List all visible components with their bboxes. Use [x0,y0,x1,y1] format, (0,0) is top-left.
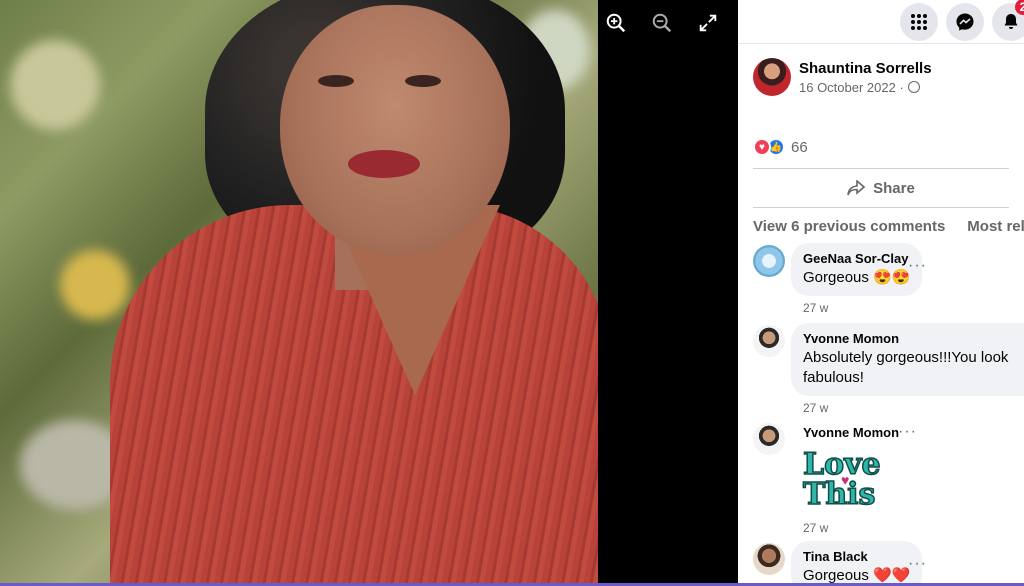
reaction-count: 66 [791,138,808,156]
comment: Yvonne Momon Love This ♥ 27 w ··· [738,421,1024,535]
sort-comments[interactable]: Most relevant [967,218,1024,235]
share-button[interactable]: Share [753,168,1009,208]
zoom-out-icon[interactable] [646,8,678,38]
commenter-name[interactable]: Yvonne Momon [803,331,1024,346]
more-options-icon[interactable]: ··· [898,423,917,441]
bell-icon [1004,13,1018,29]
commenter-avatar[interactable] [753,423,785,455]
commenter-name[interactable]: Yvonne Momon [803,425,899,440]
post-photo [0,0,598,586]
share-label: Share [873,179,915,197]
post-date-text: 16 October 2022 · [799,79,904,95]
comment-bubble: Yvonne Momon Absolutely gorgeous!!!You l… [791,323,1024,396]
photo-viewer [0,0,738,586]
more-options-icon[interactable]: ··· [908,257,927,275]
post-date[interactable]: 16 October 2022 · [799,80,932,95]
viewer-controls [600,8,724,38]
post-header: Shauntina Sorrells 16 October 2022 · [738,44,1024,96]
comment-time[interactable]: 27 w [803,301,922,315]
heart-reaction-icon: ♥ [753,138,771,156]
commenter-avatar[interactable] [753,325,785,357]
share-icon [847,180,866,196]
commenter-avatar[interactable] [753,543,785,575]
menu-button[interactable] [900,2,938,41]
comment: Yvonne Momon Absolutely gorgeous!!!You l… [738,323,1024,415]
messenger-icon [956,13,974,31]
comment: GeeNaa Sor-Clay Gorgeous 😍😍 27 w ··· [738,243,1024,315]
comments-bar: View 6 previous comments Most relevant [738,218,1024,235]
author-avatar[interactable] [753,58,791,96]
commenter-avatar[interactable] [753,245,785,277]
notifications-button[interactable]: 20 [992,0,1024,41]
commenter-name[interactable]: Tina Black [803,549,910,564]
comment: Tina Black Gorgeous ❤️❤️ ··· [738,541,1024,586]
zoom-in-icon[interactable] [600,8,632,38]
love-this-sticker: Love This ♥ [802,449,881,516]
comment-time[interactable]: 27 w [803,401,1024,415]
comment-text: Gorgeous 😍😍 [803,269,911,286]
globe-icon [907,81,920,93]
comment-bubble: Tina Black Gorgeous ❤️❤️ [791,541,923,586]
top-bar: 20 [738,0,1024,44]
more-options-icon[interactable]: ··· [908,555,927,573]
post-panel: 20 Shauntina Sorrells 16 October 2022 · … [738,0,1024,586]
fullscreen-icon[interactable] [692,8,724,38]
view-previous-comments[interactable]: View 6 previous comments [753,218,945,235]
comment-time[interactable]: 27 w [803,521,899,535]
notification-badge: 20 [1014,0,1024,15]
author-name[interactable]: Shauntina Sorrells [799,60,932,77]
commenter-name[interactable]: GeeNaa Sor-Clay [803,251,910,266]
comment-bubble: GeeNaa Sor-Clay Gorgeous 😍😍 [791,243,923,296]
comment-text: Absolutely gorgeous!!!You look fabulous! [803,349,1009,386]
heart-icon: ♥ [841,472,850,488]
reactions-summary[interactable]: ♥ 👍 66 [738,138,1024,156]
messenger-button[interactable] [946,2,984,41]
grid-icon [911,13,927,30]
